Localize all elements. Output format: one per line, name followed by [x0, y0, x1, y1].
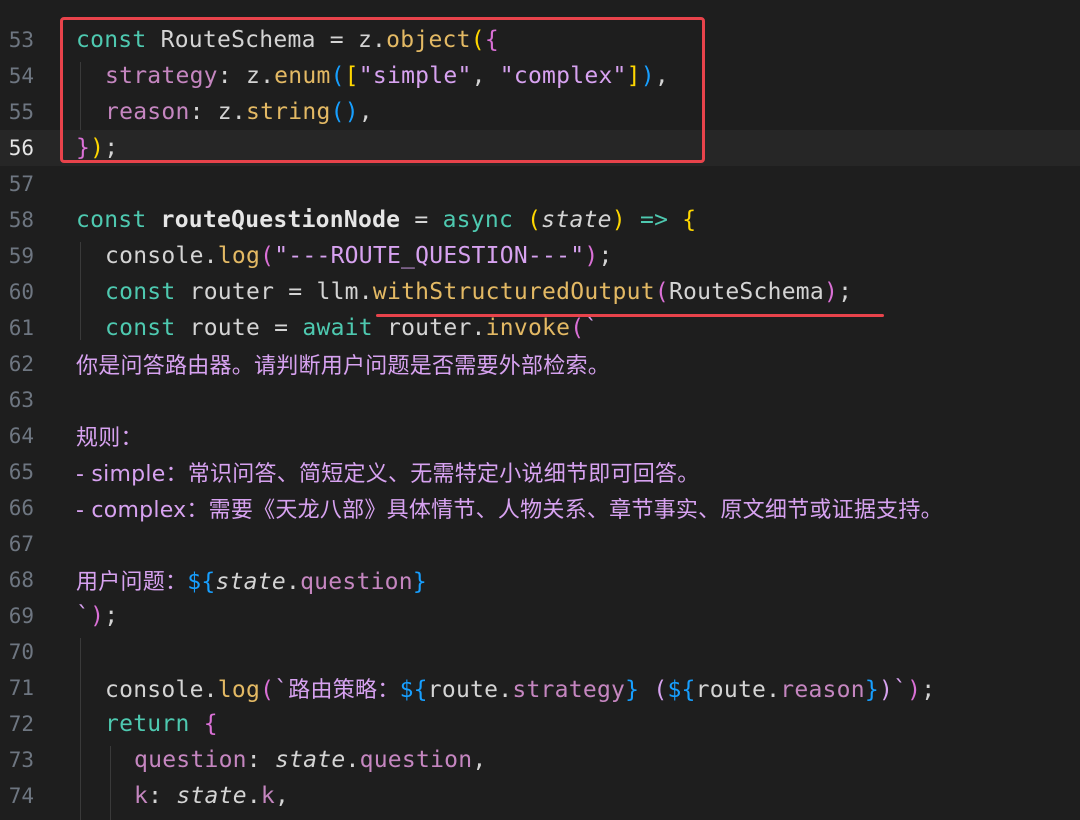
- annotation-highlight-box: [60, 17, 705, 163]
- code-line[interactable]: 71 console.log(`路由策略：${route.strategy} (…: [0, 670, 1080, 706]
- line-number: 63: [8, 388, 34, 412]
- code-line[interactable]: 74 k: state.k,: [0, 778, 1080, 814]
- code-line[interactable]: 63: [0, 382, 1080, 418]
- code-line[interactable]: 65 - simple：常识问答、简短定义、无需特定小说细节即可回答。: [0, 454, 1080, 490]
- code-line[interactable]: 68 用户问题：${state.question}: [0, 562, 1080, 598]
- line-number: 66: [8, 496, 34, 520]
- line-number: 60: [8, 280, 34, 304]
- line-number: 69: [8, 604, 34, 628]
- code-line[interactable]: 66 - complex：需要《天龙八部》具体情节、人物关系、章节事实、原文细节…: [0, 490, 1080, 526]
- line-number: 64: [8, 424, 34, 448]
- code-text: 规则：: [76, 426, 143, 451]
- code-editor[interactable]: 53 const RouteSchema = z.object({ 54 str…: [0, 0, 1080, 820]
- code-text: const route = await router.invoke(`: [105, 315, 599, 341]
- code-text: const routeQuestionNode = async (state) …: [76, 207, 697, 233]
- code-line[interactable]: 72 return {: [0, 706, 1080, 742]
- line-number: 62: [8, 352, 34, 376]
- code-line[interactable]: 69 `);: [0, 598, 1080, 634]
- code-text: return {: [105, 711, 218, 737]
- code-text: - simple：常识问答、简短定义、无需特定小说细节即可回答。: [76, 462, 700, 487]
- code-text: console.log(`路由策略：${route.strategy} (${r…: [105, 677, 936, 703]
- code-text: question: state.question,: [134, 747, 487, 773]
- line-number: 71: [8, 676, 34, 700]
- code-text: 用户问题：${state.question}: [76, 569, 427, 595]
- line-number: 55: [8, 100, 34, 124]
- line-number: 57: [8, 172, 34, 196]
- line-number: 53: [8, 28, 34, 52]
- line-number: 61: [8, 316, 34, 340]
- code-text: - complex：需要《天龙八部》具体情节、人物关系、章节事实、原文细节或证据…: [76, 498, 943, 523]
- line-number: 58: [8, 208, 34, 232]
- code-text: `);: [76, 603, 119, 629]
- code-text: const router = llm.withStructuredOutput(…: [105, 279, 853, 305]
- code-text: 你是问答路由器。请判断用户问题是否需要外部检索。: [76, 354, 611, 379]
- code-line[interactable]: 58 const routeQuestionNode = async (stat…: [0, 202, 1080, 238]
- line-number: 67: [8, 532, 34, 556]
- code-line[interactable]: 59 console.log("---ROUTE_QUESTION---");: [0, 238, 1080, 274]
- line-number: 54: [8, 64, 34, 88]
- code-line[interactable]: 60 const router = llm.withStructuredOutp…: [0, 274, 1080, 310]
- line-number: 70: [8, 640, 34, 664]
- line-number: 73: [8, 748, 34, 772]
- line-number: 56: [8, 136, 34, 160]
- line-number: 72: [8, 712, 34, 736]
- line-number: 68: [8, 568, 34, 592]
- code-text: console.log("---ROUTE_QUESTION---");: [105, 243, 613, 269]
- code-line[interactable]: 57: [0, 166, 1080, 202]
- code-line[interactable]: 67: [0, 526, 1080, 562]
- line-number: 65: [8, 460, 34, 484]
- line-number: 74: [8, 784, 34, 808]
- code-line[interactable]: 62 你是问答路由器。请判断用户问题是否需要外部检索。: [0, 346, 1080, 382]
- code-text: k: state.k,: [134, 783, 290, 809]
- line-number: 59: [8, 244, 34, 268]
- code-line[interactable]: 70: [0, 634, 1080, 670]
- annotation-underline: [376, 314, 884, 317]
- code-line[interactable]: 73 question: state.question,: [0, 742, 1080, 778]
- code-line[interactable]: 64 规则：: [0, 418, 1080, 454]
